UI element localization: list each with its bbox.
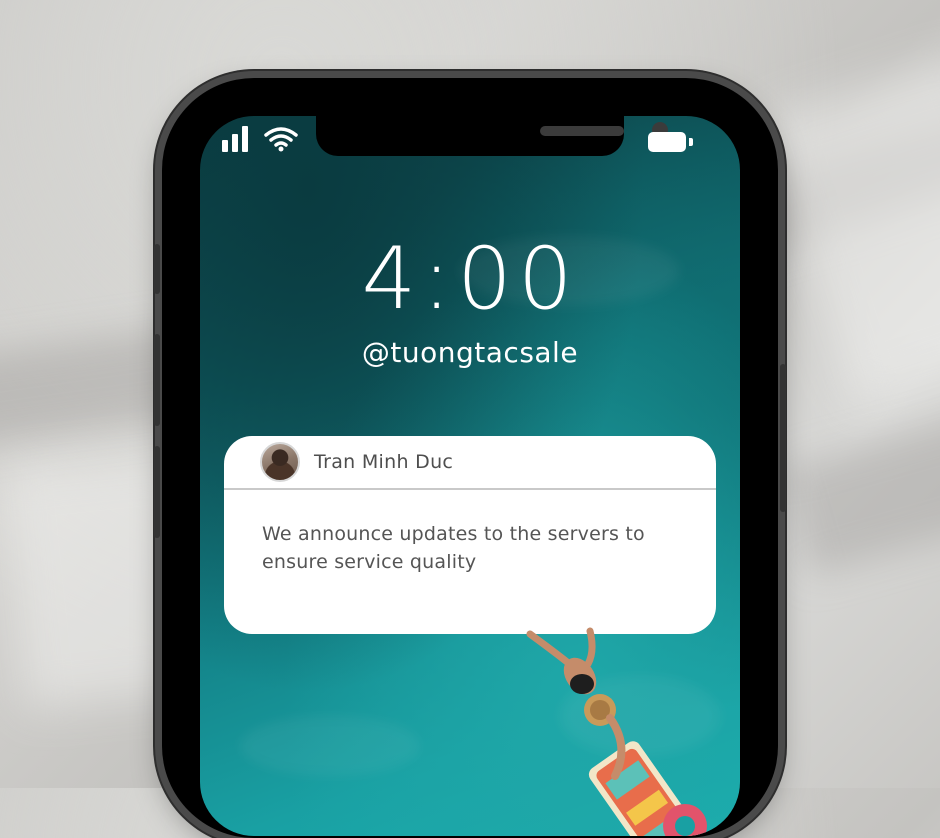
mute-switch bbox=[154, 244, 160, 294]
avatar bbox=[260, 442, 300, 482]
volume-down-button[interactable] bbox=[154, 446, 160, 538]
speaker-grille bbox=[540, 126, 624, 136]
battery-icon bbox=[648, 132, 693, 152]
battery-tip bbox=[689, 138, 693, 146]
battery-body bbox=[648, 132, 686, 152]
notification-header: Tran Minh Duc bbox=[224, 436, 716, 490]
lock-screen: 4:00 @tuongtacsale Tran Minh Duc We anno… bbox=[200, 116, 740, 836]
volume-up-button[interactable] bbox=[154, 334, 160, 426]
wall-shadow-band-lower bbox=[780, 398, 940, 576]
notification-message: We announce updates to the servers to en… bbox=[262, 523, 645, 573]
phone-frame: 4:00 @tuongtacsale Tran Minh Duc We anno… bbox=[154, 78, 786, 838]
water-ripple bbox=[240, 716, 420, 776]
wifi-icon bbox=[264, 126, 298, 156]
notification-sender: Tran Minh Duc bbox=[314, 451, 454, 473]
signal-bars-icon bbox=[222, 126, 250, 156]
power-button[interactable] bbox=[780, 364, 786, 512]
lock-screen-handle: @tuongtacsale bbox=[361, 336, 579, 369]
swimmer-photo bbox=[526, 627, 707, 836]
status-bar bbox=[222, 126, 298, 156]
notch bbox=[316, 116, 668, 156]
lock-screen-clock: 4:00 bbox=[361, 229, 579, 329]
notification-card[interactable]: Tran Minh Duc We announce updates to the… bbox=[224, 436, 716, 634]
